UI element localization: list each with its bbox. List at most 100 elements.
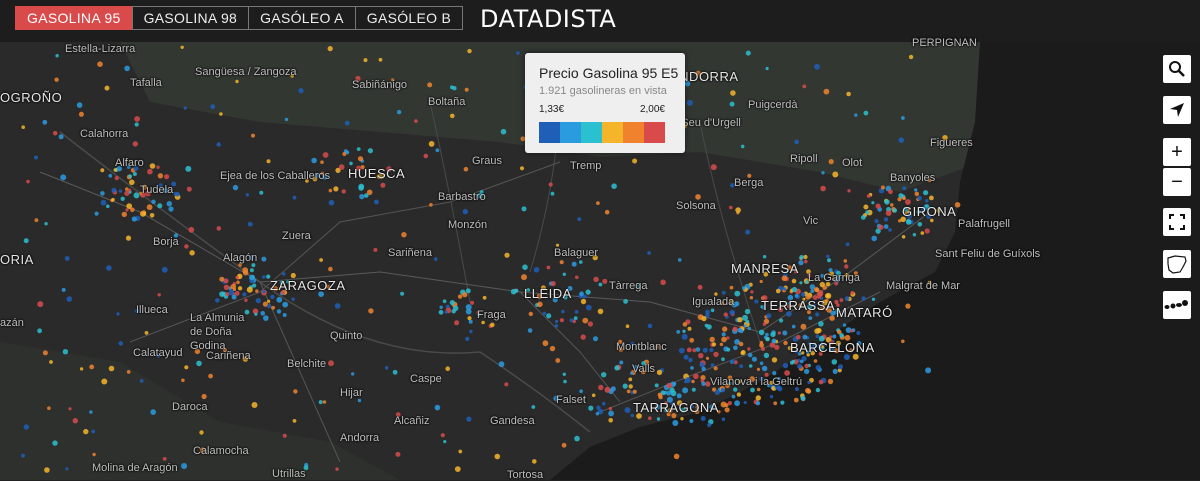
station-dot	[673, 453, 680, 460]
station-dot	[871, 297, 876, 301]
station-dot	[908, 54, 914, 60]
station-dot	[711, 342, 717, 347]
station-dot	[598, 282, 603, 287]
station-dot	[561, 442, 567, 448]
tab-gasoleo-a[interactable]: GASÓLEO A	[248, 6, 356, 30]
place-label: Sabiñánigo	[352, 79, 408, 91]
station-dot	[924, 228, 930, 234]
station-dot	[442, 299, 447, 304]
station-dot	[850, 291, 855, 295]
station-dot	[519, 166, 525, 171]
station-dot	[766, 313, 772, 319]
station-dot	[624, 407, 631, 414]
station-dot	[897, 197, 902, 202]
station-dot	[356, 147, 361, 151]
station-dot	[754, 299, 759, 304]
station-dot	[457, 294, 463, 299]
tab-gasolina-98[interactable]: GASOLINA 98	[131, 6, 250, 30]
station-dot	[579, 260, 583, 264]
fullscreen-button[interactable]	[1163, 208, 1191, 236]
station-dot	[731, 394, 736, 399]
place-label: Graus	[472, 155, 502, 167]
station-dot	[883, 224, 889, 230]
station-dot	[263, 315, 269, 321]
station-dot	[392, 369, 398, 375]
station-dot	[157, 293, 161, 297]
station-dot	[695, 194, 701, 200]
place-label: Montblanc	[616, 341, 667, 353]
station-dot	[791, 278, 797, 284]
station-dot	[559, 318, 565, 323]
station-dot	[72, 418, 79, 424]
place-label: Zuera	[282, 230, 311, 242]
tab-gasoleo-b[interactable]: GASÓLEO B	[354, 6, 464, 30]
station-dot	[815, 364, 821, 371]
station-dot	[720, 387, 726, 393]
station-dot	[157, 203, 163, 209]
station-dot	[454, 320, 460, 326]
search-button[interactable]	[1163, 55, 1191, 83]
station-dot	[577, 217, 582, 222]
station-dot	[829, 315, 835, 321]
station-dot	[255, 298, 261, 304]
station-dot	[532, 459, 537, 464]
station-dot	[580, 334, 586, 340]
station-dot	[42, 350, 48, 356]
station-dot	[804, 259, 808, 264]
station-dot	[721, 357, 725, 362]
station-dot	[236, 280, 240, 285]
spain-view-button[interactable]	[1163, 250, 1191, 278]
station-dot	[689, 337, 695, 343]
station-dot	[902, 196, 906, 200]
station-dot	[21, 125, 26, 129]
station-dot	[37, 301, 44, 308]
station-dot	[808, 316, 813, 320]
station-dot	[575, 275, 579, 280]
station-dot	[108, 173, 113, 178]
place-label: Cariñena	[206, 350, 251, 362]
station-dot	[242, 292, 247, 297]
station-dot	[892, 208, 898, 213]
station-dot	[251, 133, 255, 138]
legend-title: Precio Gasolina 95 E5	[539, 65, 679, 81]
zoom-out-button[interactable]: −	[1163, 168, 1191, 196]
station-dot	[705, 309, 710, 315]
station-dot	[770, 331, 776, 338]
station-dot	[791, 286, 798, 293]
place-label: Monzón	[448, 219, 488, 231]
station-dot	[611, 183, 617, 189]
station-dot	[854, 113, 858, 117]
station-dot	[729, 285, 734, 290]
station-dot	[531, 405, 536, 409]
station-dot	[656, 369, 663, 376]
islands-view-button[interactable]	[1163, 291, 1191, 319]
station-dot	[701, 366, 706, 372]
station-dot	[762, 322, 767, 326]
station-dot	[805, 387, 811, 394]
station-dot	[800, 395, 806, 401]
station-dot	[793, 397, 799, 403]
zoom-in-button[interactable]: +	[1163, 138, 1191, 166]
station-dot	[247, 221, 253, 227]
tab-gasolina-95[interactable]: GASOLINA 95	[15, 6, 133, 30]
station-dot	[345, 150, 350, 155]
locate-button[interactable]	[1163, 96, 1191, 124]
place-label: Molina de Aragón	[92, 462, 178, 474]
station-dot	[468, 319, 473, 324]
station-dot	[116, 312, 120, 316]
station-dot	[183, 106, 187, 110]
place-label: Estella-Lizarra	[65, 43, 136, 55]
place-label: Valls	[632, 363, 656, 375]
place-label: Tremp	[570, 160, 602, 172]
station-dot	[815, 334, 820, 339]
station-dot	[443, 440, 447, 444]
station-dot	[146, 204, 153, 211]
station-dot	[52, 130, 58, 136]
station-dot	[838, 364, 843, 370]
station-dot	[818, 379, 824, 385]
locate-icon	[1170, 103, 1184, 117]
station-dot	[298, 88, 304, 94]
station-dot	[549, 345, 556, 352]
station-dot	[863, 110, 869, 116]
legend-swatch	[644, 122, 665, 143]
